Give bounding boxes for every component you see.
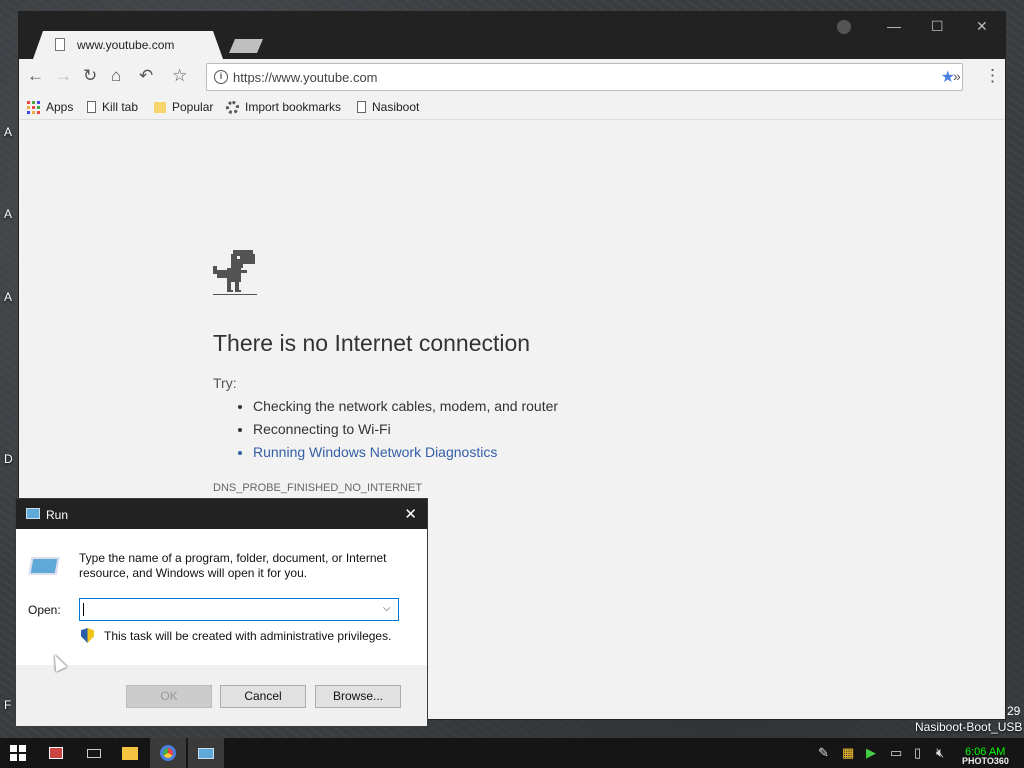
taskbar-explorer[interactable]	[112, 738, 148, 768]
browser-tab[interactable]: www.youtube.com ✕	[33, 31, 223, 59]
error-heading: There is no Internet connection	[213, 330, 531, 356]
volume-muted-icon[interactable]: 🔇︎	[936, 745, 944, 761]
start-button[interactable]	[0, 738, 36, 768]
suggestion-item: Checking the network cables, modem, and …	[253, 398, 558, 421]
keyboard-icon	[87, 748, 101, 758]
browser-titlebar: www.youtube.com ✕ — ☐ ✕	[19, 12, 1005, 59]
windows-logo-icon	[10, 745, 26, 761]
browse-button[interactable]: Browse...	[315, 685, 401, 708]
bookmark-label: Popular	[172, 100, 214, 114]
forward-icon[interactable]: →	[55, 67, 72, 85]
desktop-icon-label: A	[4, 207, 13, 221]
network-diagnostics-link[interactable]: Running Windows Network Diagnostics	[253, 444, 558, 467]
battery-icon[interactable]: ▯	[914, 745, 921, 761]
bookmark-nasiboot[interactable]: Nasiboot	[357, 100, 419, 114]
run-description: Type the name of a program, folder, docu…	[79, 551, 387, 580]
error-code: DNS_PROBE_FINISHED_NO_INTERNET	[213, 482, 423, 494]
tab-title: www.youtube.com	[77, 38, 175, 52]
run-app-icon	[26, 508, 40, 519]
taskbar-chrome[interactable]	[150, 738, 186, 768]
ok-button[interactable]: OK	[126, 685, 212, 708]
run-title: Run	[46, 508, 69, 522]
taskbar-app-1[interactable]	[38, 738, 74, 768]
admin-privileges-note: This task will be created with administr…	[104, 629, 392, 643]
desktop-partial-number: 29	[1007, 704, 1021, 718]
tab-close-icon[interactable]: ✕	[217, 36, 223, 53]
windows-icon[interactable]: ▦	[842, 745, 854, 761]
uac-shield-icon	[81, 628, 94, 643]
extensions-chevron-icon[interactable]: »	[953, 67, 961, 85]
apps-grid-icon	[27, 100, 40, 114]
suggestion-item: Reconnecting to Wi-Fi	[253, 421, 558, 444]
suggestion-list: Checking the network cables, modem, and …	[253, 398, 558, 467]
bookmark-label: Nasiboot	[372, 100, 420, 114]
page-icon	[55, 38, 65, 51]
run-program-icon	[28, 557, 60, 575]
bookmark-star-icon[interactable]: ☆	[172, 67, 187, 85]
page-icon	[357, 101, 366, 113]
chevron-down-icon[interactable]: ⌵	[383, 603, 391, 614]
info-icon[interactable]: i	[214, 70, 228, 84]
address-bar[interactable]: i https://www.youtube.com ★	[206, 63, 963, 91]
network-disconnected-icon[interactable]: ▭	[890, 745, 902, 761]
folder-icon	[154, 101, 166, 113]
page-icon	[87, 101, 96, 113]
watermark: PHOTO360	[962, 756, 1009, 766]
close-icon[interactable]: ✕	[404, 505, 417, 523]
taskbar: ✎ ▦ ▶ ▭ ▯ 🔇︎ 6:06 AM	[0, 738, 1024, 768]
bookmark-popular[interactable]: Popular	[154, 100, 213, 114]
folder-icon	[122, 746, 138, 760]
minimize-icon[interactable]: —	[887, 18, 901, 34]
text-caret	[83, 603, 84, 616]
close-window-icon[interactable]: ✕	[976, 18, 988, 35]
app-icon	[49, 747, 63, 759]
taskbar-keyboard[interactable]	[76, 738, 112, 768]
open-label: Open:	[28, 603, 61, 617]
reload-icon[interactable]: ↻	[83, 67, 97, 85]
try-label: Try:	[213, 375, 237, 391]
open-input[interactable]	[79, 598, 399, 621]
machine-name-label: Nasiboot-Boot_USB	[915, 720, 1023, 734]
desktop-icon-label: A	[4, 125, 13, 139]
desktop-icon-label: D	[4, 452, 13, 466]
bookmark-import[interactable]: Import bookmarks	[226, 100, 341, 114]
bookmark-label: Apps	[46, 100, 74, 114]
undo-icon[interactable]: ↶	[139, 67, 153, 85]
run-app-icon	[198, 747, 214, 759]
back-icon[interactable]: ←	[27, 67, 44, 85]
maximize-icon[interactable]: ☐	[931, 18, 944, 35]
bookmark-label: Import bookmarks	[245, 100, 342, 114]
gear-icon	[226, 100, 239, 114]
desktop-icon-label: A	[4, 290, 13, 304]
menu-icon[interactable]: ⋮	[984, 67, 1001, 85]
bookmark-label: Kill tab	[102, 100, 139, 114]
bookmark-apps[interactable]: Apps	[27, 100, 73, 114]
bookmark-kill-tab[interactable]: Kill tab	[87, 100, 138, 114]
pen-icon[interactable]: ✎	[818, 745, 829, 761]
profile-icon[interactable]	[837, 20, 851, 34]
run-button-row: OK Cancel Browse...	[16, 665, 427, 726]
media-play-icon[interactable]: ▶	[866, 745, 876, 761]
taskbar-run[interactable]	[188, 738, 224, 768]
run-titlebar[interactable]: Run ✕	[16, 499, 427, 529]
browser-toolbar: ← → ↻ ⌂ ↶ ☆ i https://www.youtube.com ★ …	[19, 59, 1005, 95]
chrome-icon	[160, 745, 176, 761]
new-tab-button[interactable]	[229, 39, 263, 53]
run-dialog: Run ✕ Type the name of a program, folder…	[15, 498, 428, 727]
dinosaur-icon	[213, 250, 257, 295]
bookmarks-bar: Apps Kill tab Popular Import bookmarks N…	[19, 95, 1005, 120]
address-url: https://www.youtube.com	[233, 70, 378, 85]
cancel-button[interactable]: Cancel	[220, 685, 306, 708]
desktop-icon-label: F	[4, 698, 12, 712]
home-icon[interactable]: ⌂	[111, 67, 121, 85]
